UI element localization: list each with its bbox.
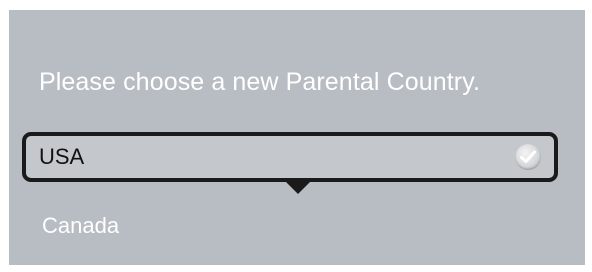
dialog-prompt: Please choose a new Parental Country. <box>39 68 480 96</box>
country-option-usa[interactable]: USA <box>22 132 558 194</box>
country-option-label: Canada <box>42 213 120 238</box>
checkmark-icon <box>515 144 541 170</box>
country-option-label: USA <box>39 144 85 169</box>
country-option-canada[interactable]: Canada <box>22 201 558 251</box>
selection-pointer-icon <box>286 182 310 194</box>
parental-country-dialog: Please choose a new Parental Country. US… <box>9 10 585 265</box>
